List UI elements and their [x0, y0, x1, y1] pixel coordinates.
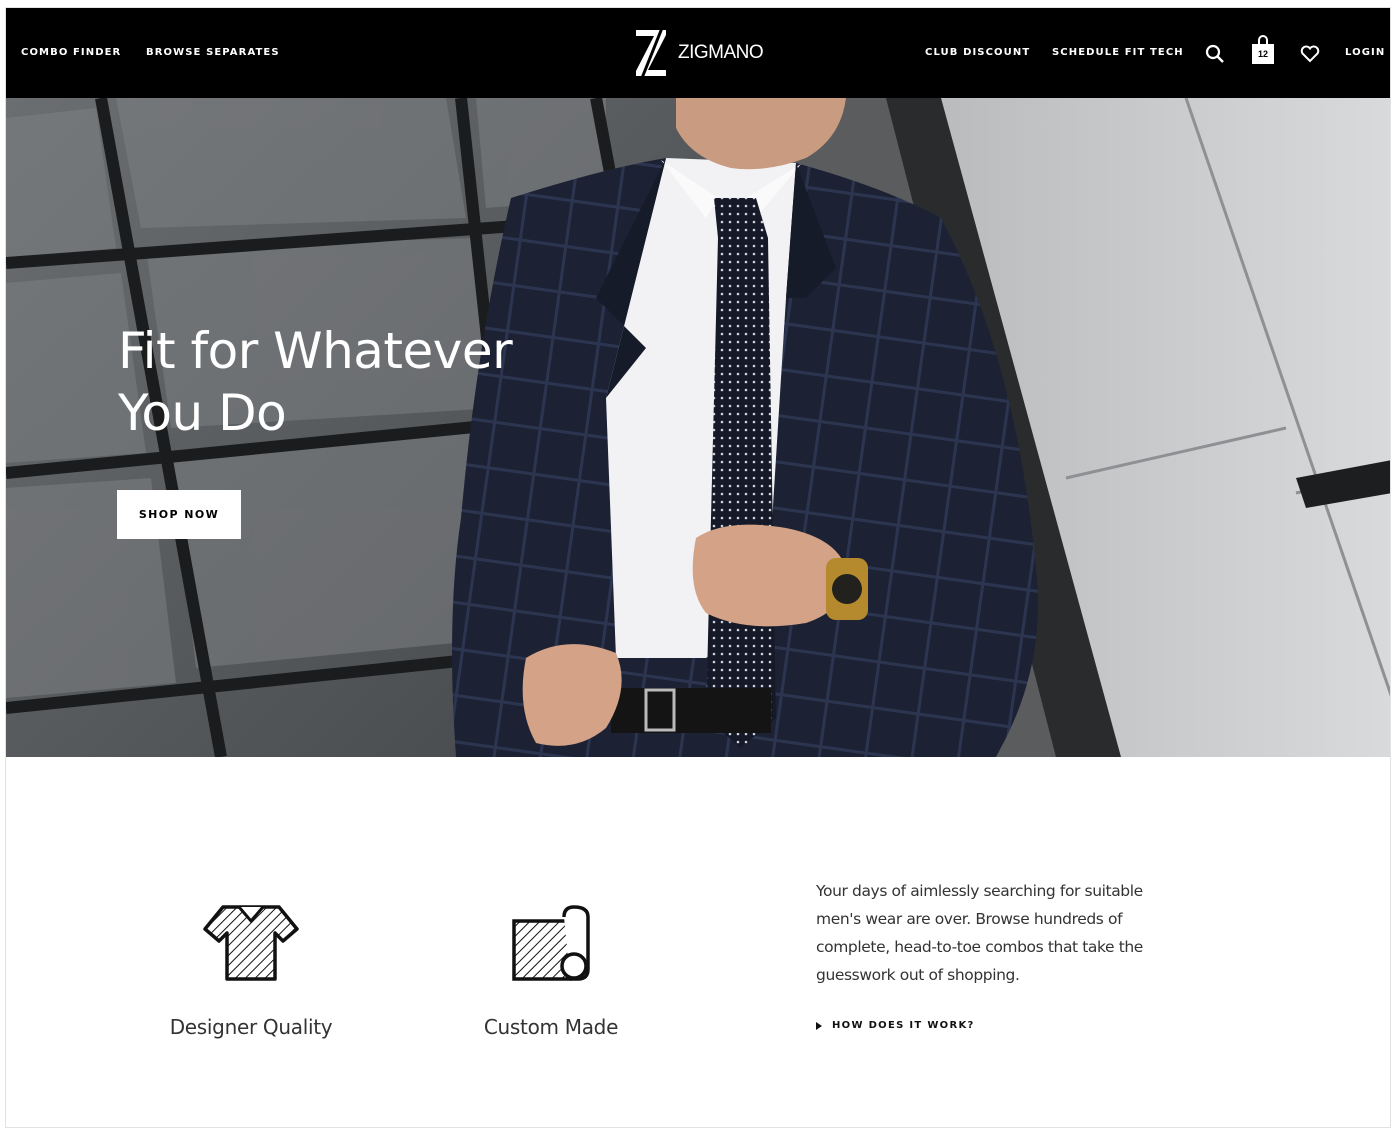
nav-browse-separates[interactable]: BROWSE SEPARATES	[146, 47, 280, 58]
shop-now-button[interactable]: SHOP NOW	[117, 490, 241, 539]
heart-icon[interactable]	[1300, 45, 1320, 68]
top-navigation-bar: COMBO FINDER BROWSE SEPARATES ZIGMANO CL…	[6, 8, 1390, 98]
feature-designer-quality: Designer Quality	[161, 903, 341, 1039]
shopping-bag-icon[interactable]: 12	[1250, 34, 1276, 66]
brand-name: ZIGMANO	[678, 42, 764, 63]
play-triangle-icon	[816, 1021, 822, 1030]
zigmano-z-logo-icon	[636, 27, 666, 79]
nav-combo-finder[interactable]: COMBO FINDER	[21, 47, 121, 58]
nav-schedule-fit-tech[interactable]: SCHEDULE FIT TECH	[1052, 47, 1184, 58]
fabric-roll-icon	[512, 905, 590, 981]
hero-title: Fit for Whatever You Do	[118, 320, 538, 444]
how-does-it-work-label: HOW DOES IT WORK?	[832, 1020, 975, 1031]
bag-count-badge: 12	[1257, 49, 1268, 59]
hero-title-line-2: You Do	[118, 384, 287, 442]
nav-club-discount[interactable]: CLUB DISCOUNT	[925, 47, 1030, 58]
feature-custom-made: Custom Made	[466, 903, 636, 1039]
how-does-it-work-link[interactable]: HOW DOES IT WORK?	[816, 1020, 975, 1031]
intro-text: Your days of aimlessly searching for sui…	[816, 882, 1143, 984]
feature-label: Custom Made	[483, 1015, 619, 1039]
page: COMBO FINDER BROWSE SEPARATES ZIGMANO CL…	[5, 7, 1391, 1128]
hero-title-line-1: Fit for Whatever	[118, 322, 513, 380]
hero-banner: Fit for Whatever You Do SHOP NOW	[6, 98, 1390, 757]
search-icon[interactable]	[1205, 44, 1225, 69]
nav-login[interactable]: LOGIN	[1345, 47, 1385, 58]
shirt-icon	[203, 905, 299, 981]
feature-label: Designer Quality	[169, 1015, 333, 1039]
brand-logo[interactable]: ZIGMANO	[632, 26, 764, 80]
